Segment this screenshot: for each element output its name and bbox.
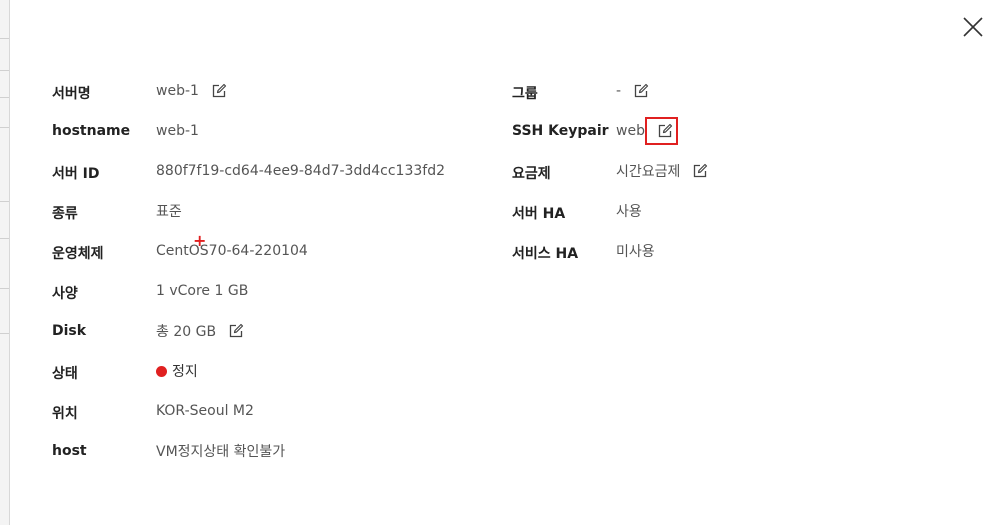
os-value: CentOS70-64-220104	[156, 243, 308, 259]
spec-value-group: 1 vCore 1 GB	[156, 281, 248, 301]
background-divider	[0, 127, 9, 128]
location-label: 위치	[52, 406, 78, 422]
disk-value: 총 20 GB	[156, 324, 217, 340]
service-ha-value-group: 미사용	[616, 241, 655, 261]
disk-label: Disk	[52, 323, 87, 339]
status-label: 상태	[52, 366, 78, 382]
server-name-edit-icon[interactable]	[211, 83, 227, 99]
group-value: -	[616, 83, 622, 99]
status-dot-icon	[156, 365, 167, 377]
group-value-group: -	[616, 81, 649, 101]
close-x-icon	[963, 17, 983, 37]
server-id-label: 서버 ID	[52, 166, 100, 182]
disk-edit-icon[interactable]	[228, 323, 244, 339]
server-name-value: web-1	[156, 83, 199, 99]
plan-value: 시간요금제	[616, 164, 681, 180]
background-divider	[0, 288, 9, 289]
os-value-group: CentOS70-64-220104	[156, 241, 308, 261]
close-button[interactable]	[961, 15, 985, 39]
ssh-keypair-edit-highlight	[645, 117, 678, 145]
group-label: 그룹	[512, 86, 538, 102]
status-value: 정지	[172, 364, 198, 380]
server-name-label: 서버명	[52, 86, 91, 102]
server-name-value-group: web-1	[156, 81, 227, 101]
type-value: 표준	[156, 204, 182, 220]
service-ha-label: 서비스 HA	[512, 246, 579, 262]
hostname-value-group: web-1	[156, 121, 199, 141]
os-label: 운영체제	[52, 246, 104, 262]
host-value: VM정지상태 확인불가	[156, 444, 286, 460]
server-ha-value: 사용	[616, 204, 642, 220]
server-id-value-group: 880f7f19-cd64-4ee9-84d7-3dd4cc133fd2	[156, 161, 445, 181]
server-detail-panel: 서버명 web-1 hostname web-1 서버 ID 880f7f19-cd64-…	[0, 0, 1003, 525]
ssh-keypair-value: web	[616, 123, 645, 139]
type-value-group: 표준	[156, 201, 182, 221]
disk-value-group: 총 20 GB	[156, 321, 244, 341]
plan-value-group: 시간요금제	[616, 161, 708, 181]
mouse-cursor: +	[193, 231, 207, 250]
background-divider	[0, 70, 9, 71]
location-value: KOR-Seoul M2	[156, 403, 254, 419]
hostname-value: web-1	[156, 123, 199, 139]
background-window-edge	[0, 0, 10, 525]
location-value-group: KOR-Seoul M2	[156, 401, 254, 421]
background-divider	[0, 333, 9, 334]
status-value-group: 정지	[156, 361, 198, 381]
host-label: host	[52, 443, 87, 459]
spec-value: 1 vCore 1 GB	[156, 283, 249, 299]
hostname-label: hostname	[52, 123, 131, 139]
plan-label: 요금제	[512, 166, 551, 182]
host-value-group: VM정지상태 확인불가	[156, 441, 285, 461]
background-divider	[0, 201, 9, 202]
server-id-value: 880f7f19-cd64-4ee9-84d7-3dd4cc133fd2	[156, 163, 445, 179]
type-label: 종류	[52, 206, 78, 222]
background-divider	[0, 238, 9, 239]
background-divider	[0, 97, 9, 98]
server-ha-label: 서버 HA	[512, 206, 566, 222]
ssh-keypair-label: SSH Keypair	[512, 123, 609, 139]
plan-edit-icon[interactable]	[692, 163, 708, 179]
group-edit-icon[interactable]	[633, 83, 649, 99]
background-divider	[0, 38, 9, 39]
server-ha-value-group: 사용	[616, 201, 642, 221]
service-ha-value: 미사용	[616, 244, 655, 260]
spec-label: 사양	[52, 286, 78, 302]
